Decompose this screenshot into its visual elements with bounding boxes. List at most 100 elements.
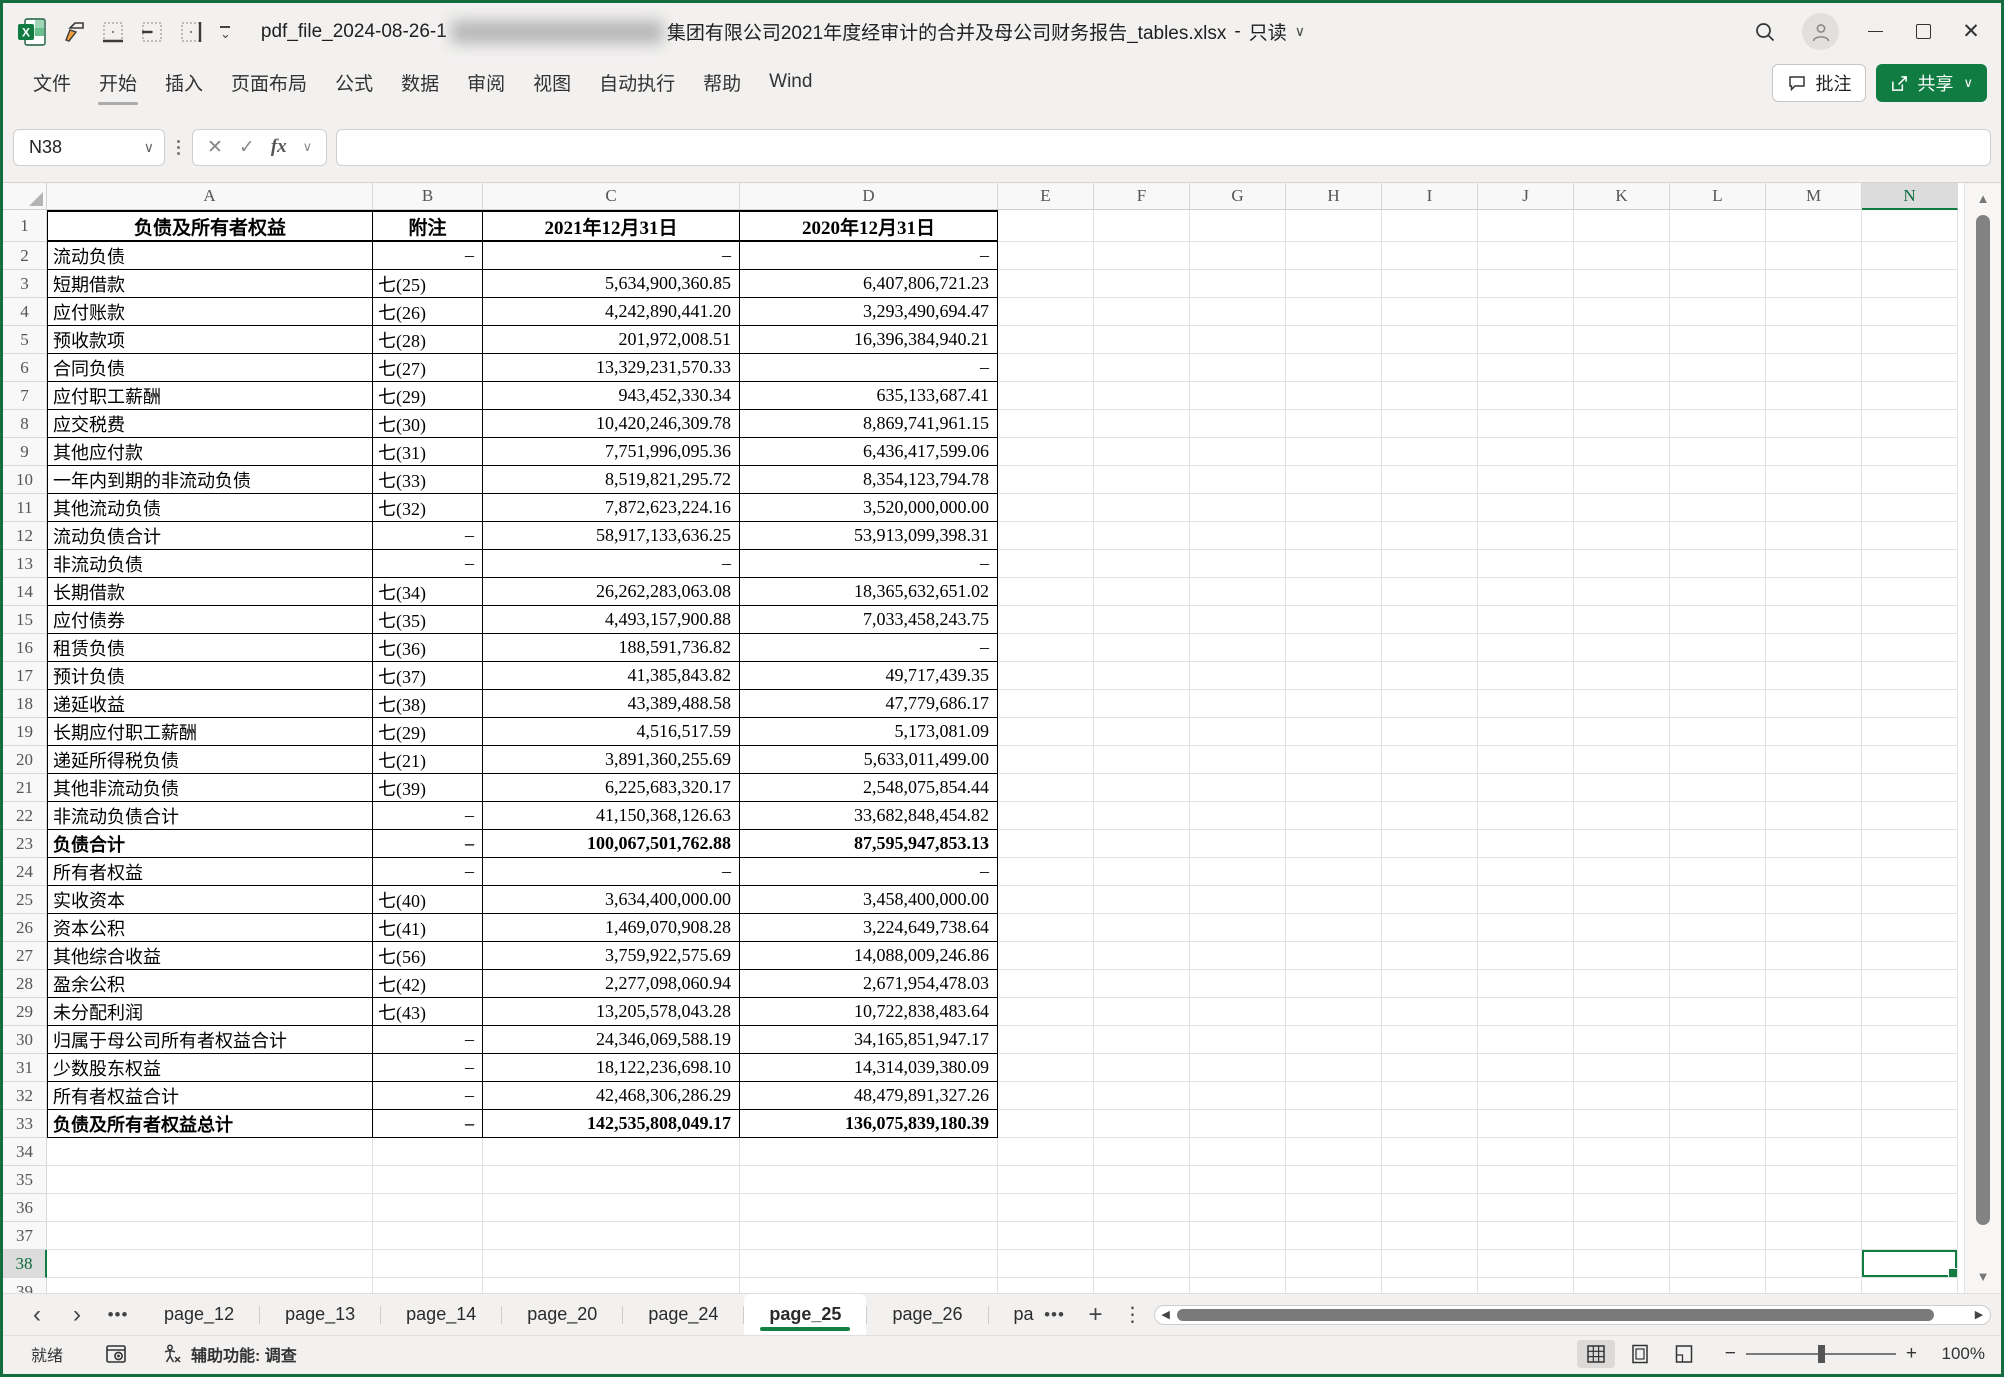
- sheet-tab-page_12[interactable]: page_12: [139, 1294, 259, 1335]
- cell-I15[interactable]: [1382, 606, 1478, 634]
- menu-tab-review[interactable]: 审阅: [453, 63, 519, 102]
- cell-J10[interactable]: [1478, 466, 1574, 494]
- cell-H36[interactable]: [1286, 1194, 1382, 1222]
- sheet-tab-page_24[interactable]: page_24: [623, 1294, 743, 1335]
- cell-J25[interactable]: [1478, 886, 1574, 914]
- cell-D15[interactable]: 7,033,458,243.75: [740, 606, 998, 634]
- page-layout-view-icon[interactable]: [1621, 1340, 1659, 1368]
- cell-K39[interactable]: [1574, 1278, 1670, 1293]
- row-header-4[interactable]: 4: [3, 298, 47, 326]
- normal-view-icon[interactable]: [1577, 1340, 1615, 1368]
- cell-G28[interactable]: [1190, 970, 1286, 998]
- cell-K14[interactable]: [1574, 578, 1670, 606]
- cell-H37[interactable]: [1286, 1222, 1382, 1250]
- cell-K13[interactable]: [1574, 550, 1670, 578]
- cell-L18[interactable]: [1670, 690, 1766, 718]
- cell-I28[interactable]: [1382, 970, 1478, 998]
- cell-L7[interactable]: [1670, 382, 1766, 410]
- cell-B17[interactable]: 七(37): [373, 662, 483, 690]
- cell-B16[interactable]: 七(36): [373, 634, 483, 662]
- cell-J18[interactable]: [1478, 690, 1574, 718]
- cell-D9[interactable]: 6,436,417,599.06: [740, 438, 998, 466]
- cell-D7[interactable]: 635,133,687.41: [740, 382, 998, 410]
- zoom-percentage[interactable]: 100%: [1927, 1344, 1985, 1364]
- cell-J15[interactable]: [1478, 606, 1574, 634]
- cell-F11[interactable]: [1094, 494, 1190, 522]
- cell-N38[interactable]: [1862, 1250, 1958, 1278]
- cell-J20[interactable]: [1478, 746, 1574, 774]
- cell-M28[interactable]: [1766, 970, 1862, 998]
- cell-B22[interactable]: –: [373, 802, 483, 830]
- menu-tab-formulas[interactable]: 公式: [321, 63, 387, 102]
- cell-A29[interactable]: 未分配利润: [47, 998, 373, 1026]
- format-painter-icon[interactable]: [62, 20, 86, 44]
- cell-J19[interactable]: [1478, 718, 1574, 746]
- row-header-24[interactable]: 24: [3, 858, 47, 886]
- select-all-button[interactable]: [3, 183, 47, 210]
- right-border-icon[interactable]: [179, 20, 203, 44]
- cell-A34[interactable]: [47, 1138, 373, 1166]
- menu-tab-automate[interactable]: 自动执行: [585, 63, 689, 102]
- cell-J26[interactable]: [1478, 914, 1574, 942]
- cell-I31[interactable]: [1382, 1054, 1478, 1082]
- cell-F37[interactable]: [1094, 1222, 1190, 1250]
- cell-L15[interactable]: [1670, 606, 1766, 634]
- cell-H5[interactable]: [1286, 326, 1382, 354]
- cell-L35[interactable]: [1670, 1166, 1766, 1194]
- cell-F17[interactable]: [1094, 662, 1190, 690]
- cell-N33[interactable]: [1862, 1110, 1958, 1138]
- cell-I13[interactable]: [1382, 550, 1478, 578]
- new-sheet-button[interactable]: +: [1076, 1294, 1116, 1335]
- cell-L22[interactable]: [1670, 802, 1766, 830]
- cell-G33[interactable]: [1190, 1110, 1286, 1138]
- cell-F15[interactable]: [1094, 606, 1190, 634]
- scroll-left-icon[interactable]: ◀: [1155, 1308, 1177, 1321]
- cell-J2[interactable]: [1478, 242, 1574, 270]
- cell-H17[interactable]: [1286, 662, 1382, 690]
- cell-M30[interactable]: [1766, 1026, 1862, 1054]
- cell-G15[interactable]: [1190, 606, 1286, 634]
- cell-N12[interactable]: [1862, 522, 1958, 550]
- cell-A11[interactable]: 其他流动负债: [47, 494, 373, 522]
- cell-I18[interactable]: [1382, 690, 1478, 718]
- cell-E17[interactable]: [998, 662, 1094, 690]
- cell-A30[interactable]: 归属于母公司所有者权益合计: [47, 1026, 373, 1054]
- cell-G25[interactable]: [1190, 886, 1286, 914]
- cell-C10[interactable]: 8,519,821,295.72: [483, 466, 740, 494]
- cell-M17[interactable]: [1766, 662, 1862, 690]
- cell-I32[interactable]: [1382, 1082, 1478, 1110]
- row-header-2[interactable]: 2: [3, 242, 47, 270]
- cell-I27[interactable]: [1382, 942, 1478, 970]
- cell-K22[interactable]: [1574, 802, 1670, 830]
- cell-L17[interactable]: [1670, 662, 1766, 690]
- cell-K25[interactable]: [1574, 886, 1670, 914]
- cell-E12[interactable]: [998, 522, 1094, 550]
- accessibility-status[interactable]: 辅助功能: 调查: [161, 1342, 297, 1366]
- menu-tab-page-layout[interactable]: 页面布局: [217, 63, 321, 102]
- cell-G1[interactable]: [1190, 210, 1286, 242]
- cell-J32[interactable]: [1478, 1082, 1574, 1110]
- cell-L24[interactable]: [1670, 858, 1766, 886]
- cell-G31[interactable]: [1190, 1054, 1286, 1082]
- cell-E35[interactable]: [998, 1166, 1094, 1194]
- cell-E2[interactable]: [998, 242, 1094, 270]
- cell-G17[interactable]: [1190, 662, 1286, 690]
- cell-H12[interactable]: [1286, 522, 1382, 550]
- cell-N31[interactable]: [1862, 1054, 1958, 1082]
- cell-B28[interactable]: 七(42): [373, 970, 483, 998]
- cell-I2[interactable]: [1382, 242, 1478, 270]
- cell-D34[interactable]: [740, 1138, 998, 1166]
- cell-A21[interactable]: 其他非流动负债: [47, 774, 373, 802]
- cell-G30[interactable]: [1190, 1026, 1286, 1054]
- row-header-23[interactable]: 23: [3, 830, 47, 858]
- cell-F9[interactable]: [1094, 438, 1190, 466]
- row-header-30[interactable]: 30: [3, 1026, 47, 1054]
- cell-K4[interactable]: [1574, 298, 1670, 326]
- cell-N17[interactable]: [1862, 662, 1958, 690]
- cell-L20[interactable]: [1670, 746, 1766, 774]
- cell-G21[interactable]: [1190, 774, 1286, 802]
- cell-K28[interactable]: [1574, 970, 1670, 998]
- cell-A9[interactable]: 其他应付款: [47, 438, 373, 466]
- cell-M16[interactable]: [1766, 634, 1862, 662]
- cell-N20[interactable]: [1862, 746, 1958, 774]
